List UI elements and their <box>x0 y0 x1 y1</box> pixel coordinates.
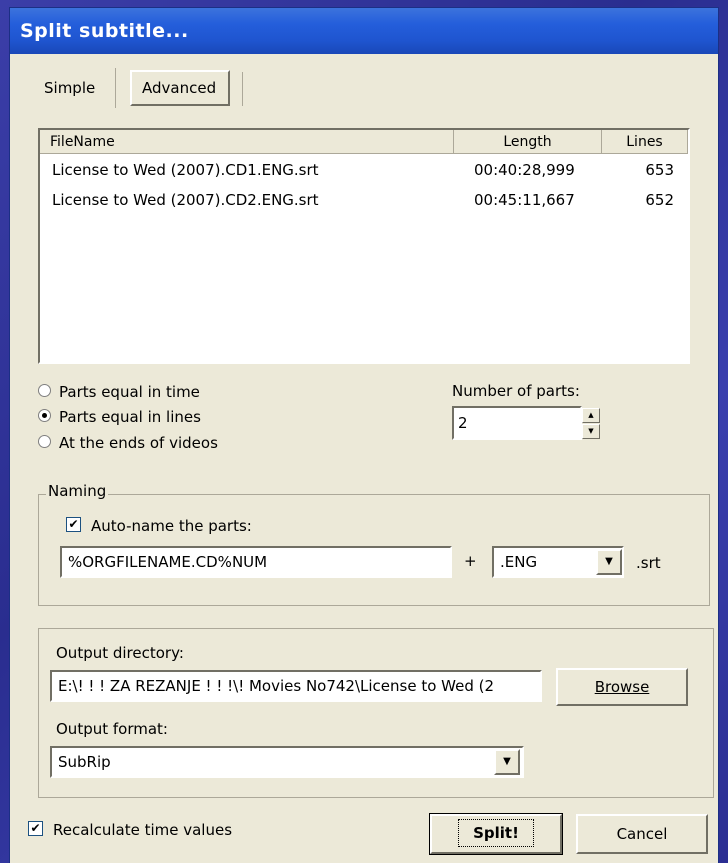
suffix-dropdown-icon[interactable]: ▼ <box>596 549 622 575</box>
cancel-label: Cancel <box>616 825 668 843</box>
parts-spinner: ▲ ▼ <box>582 408 600 440</box>
spin-down-icon[interactable]: ▼ <box>582 424 600 439</box>
recalculate-checkbox[interactable]: ✔ Recalculate time values <box>28 818 232 842</box>
browse-label: Browse <box>594 678 650 696</box>
checkbox-checked-icon: ✔ <box>28 821 43 836</box>
output-format-combo[interactable]: SubRip <box>50 746 524 778</box>
radio-checked-icon <box>38 409 51 422</box>
list-item[interactable]: License to Wed (2007).CD1.ENG.srt 00:40:… <box>40 156 688 184</box>
radio-icon <box>38 384 51 397</box>
file-lines: 652 <box>645 191 674 209</box>
radio-ends-of-videos[interactable]: At the ends of videos <box>38 431 218 455</box>
column-header-lines[interactable]: Lines <box>602 130 688 154</box>
split-label: Split! <box>458 819 534 847</box>
browse-button[interactable]: Browse <box>556 668 688 706</box>
output-directory-input[interactable]: E:\! ! ! ZA REZANJE ! ! !\! Movies No742… <box>50 670 542 702</box>
file-list-header: FileName Length Lines <box>40 130 688 154</box>
cancel-button[interactable]: Cancel <box>576 814 708 854</box>
plus-label: + <box>464 552 477 570</box>
naming-pattern-input[interactable]: %ORGFILENAME.CD%NUM <box>60 546 452 578</box>
radio-label: Parts equal in lines <box>59 408 201 426</box>
output-format-label: Output format: <box>56 720 168 738</box>
recalculate-label: Recalculate time values <box>53 821 233 839</box>
output-format-value: SubRip <box>58 753 111 771</box>
auto-name-checkbox[interactable]: ✔ Auto-name the parts: <box>66 514 252 538</box>
column-header-filename[interactable]: FileName <box>40 130 454 154</box>
file-name: License to Wed (2007).CD2.ENG.srt <box>52 191 319 209</box>
file-length: 00:45:11,667 <box>474 191 575 209</box>
naming-group-title: Naming <box>46 482 109 500</box>
file-list[interactable]: FileName Length Lines License to Wed (20… <box>38 128 690 364</box>
file-name: License to Wed (2007).CD1.ENG.srt <box>52 161 319 179</box>
tab-advanced[interactable]: Advanced <box>130 70 230 106</box>
extension-label: .srt <box>636 554 661 572</box>
spin-up-icon[interactable]: ▲ <box>582 408 600 423</box>
output-format-dropdown-icon[interactable]: ▼ <box>494 749 520 775</box>
checkbox-checked-icon: ✔ <box>66 517 81 532</box>
list-item[interactable]: License to Wed (2007).CD2.ENG.srt 00:45:… <box>40 186 688 214</box>
tab-simple[interactable]: Simple <box>34 68 116 108</box>
tab-divider <box>242 72 243 106</box>
output-directory-label: Output directory: <box>56 644 184 662</box>
split-subtitle-dialog: Split subtitle... Simple Advanced FileNa… <box>10 8 718 863</box>
file-length: 00:40:28,999 <box>474 161 575 179</box>
radio-label: At the ends of videos <box>59 434 218 452</box>
auto-name-label: Auto-name the parts: <box>91 517 252 535</box>
file-lines: 653 <box>645 161 674 179</box>
radio-parts-equal-time[interactable]: Parts equal in time <box>38 380 200 404</box>
parts-input[interactable]: 2 <box>452 406 582 440</box>
suffix-value: .ENG <box>500 553 538 571</box>
parts-label: Number of parts: <box>452 382 580 400</box>
radio-icon <box>38 435 51 448</box>
column-header-length[interactable]: Length <box>454 130 602 154</box>
radio-parts-equal-lines[interactable]: Parts equal in lines <box>38 405 201 429</box>
window-title: Split subtitle... <box>10 8 718 54</box>
split-button[interactable]: Split! <box>429 813 563 855</box>
radio-label: Parts equal in time <box>59 383 200 401</box>
